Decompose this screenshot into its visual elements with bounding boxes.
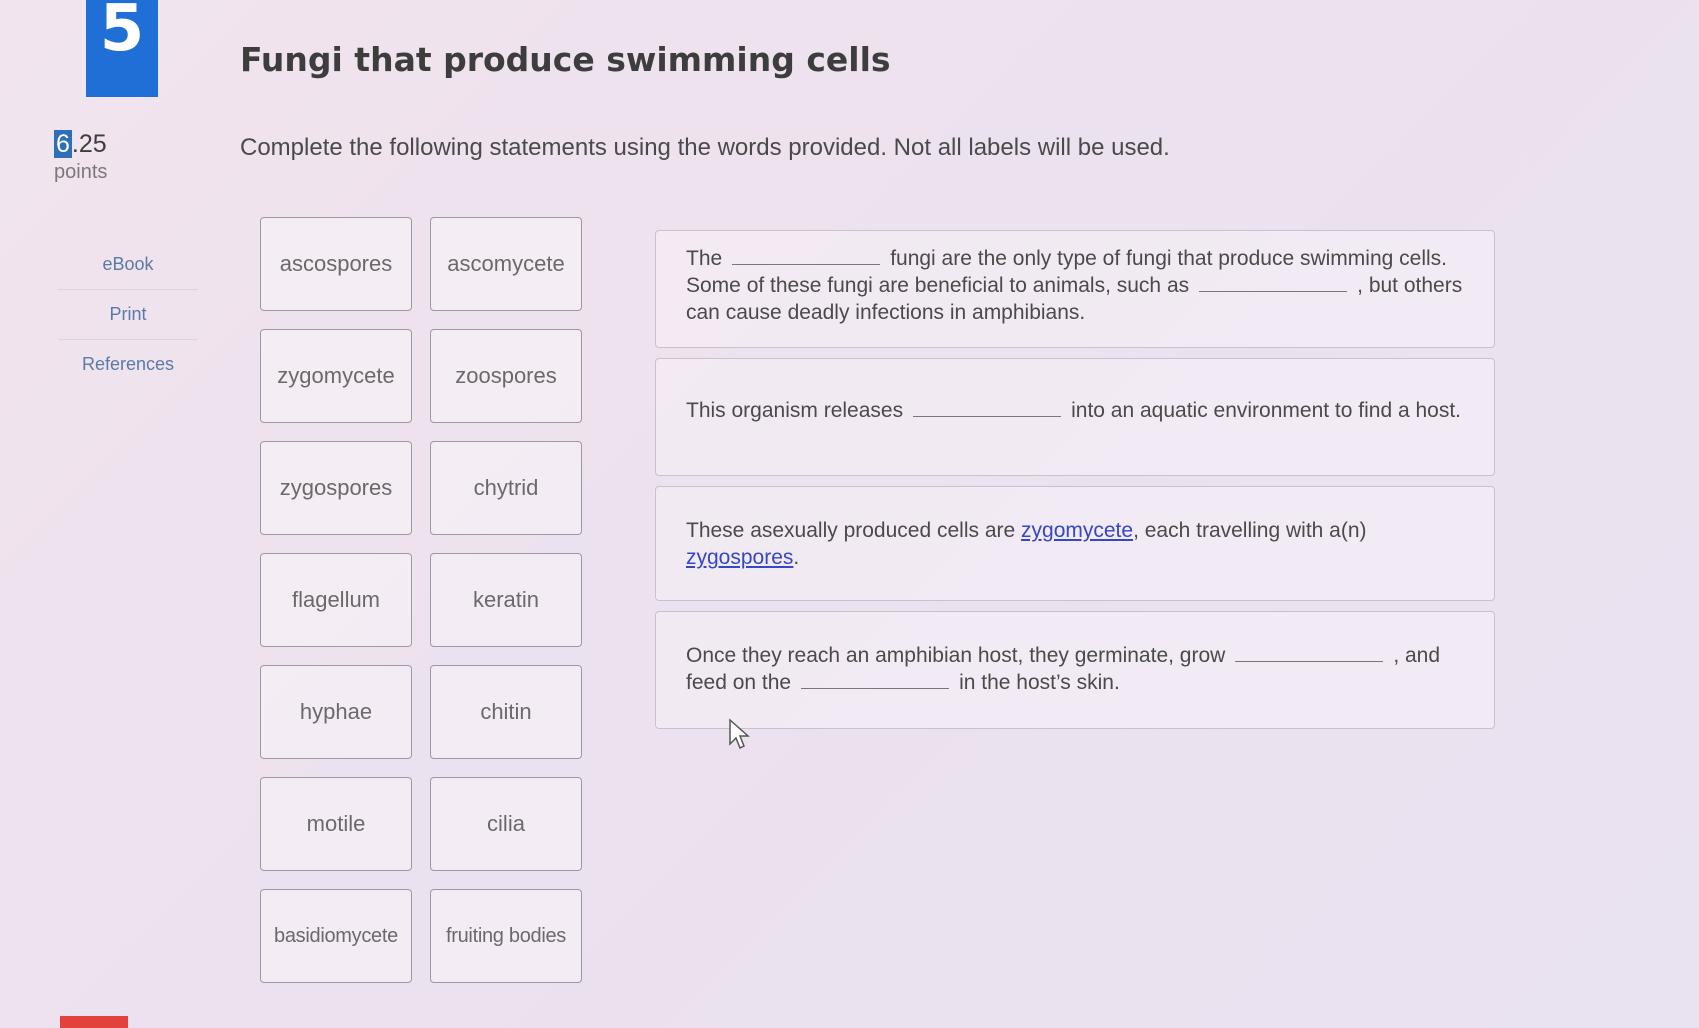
label-zoospores[interactable]: zoospores	[430, 329, 582, 423]
statement-3: These asexually produced cells are zygom…	[655, 486, 1495, 601]
points-label: points	[54, 161, 108, 183]
statement-4-text-a: Once they reach an amphibian host, they …	[686, 644, 1226, 667]
statement-2: This organism releases into an aquatic en…	[655, 358, 1495, 476]
label-bank: ascospores ascomycete zygomycete zoospor…	[260, 217, 582, 983]
placed-answer-3a[interactable]: zygomycete	[1021, 519, 1133, 542]
side-nav: eBook Print References	[58, 240, 198, 389]
label-ascospores[interactable]: ascospores	[260, 217, 412, 311]
drop-target-4b[interactable]	[801, 669, 950, 689]
points-value-rest: .25	[71, 130, 107, 158]
label-fruiting-bodies[interactable]: fruiting bodies	[430, 889, 582, 983]
statement-4: Once they reach an amphibian host, they …	[655, 611, 1495, 729]
statement-2-text-a: This organism releases	[686, 399, 904, 422]
instructions: Complete the following statements using …	[240, 134, 1170, 161]
question-number-badge: 5	[86, 0, 158, 97]
page-title: Fungi that produce swimming cells	[240, 40, 891, 79]
drop-target-2[interactable]	[913, 397, 1062, 417]
label-hyphae[interactable]: hyphae	[260, 665, 412, 759]
label-basidiomycete[interactable]: basidiomycete	[260, 889, 412, 983]
label-motile[interactable]: motile	[260, 777, 412, 871]
references-link[interactable]: References	[58, 339, 198, 389]
statement-1: The fungi are the only type of fungi that…	[655, 230, 1495, 348]
label-keratin[interactable]: keratin	[430, 553, 582, 647]
label-cilia[interactable]: cilia	[430, 777, 582, 871]
question-number: 5	[99, 0, 145, 66]
label-flagellum[interactable]: flagellum	[260, 553, 412, 647]
placed-answer-3b[interactable]: zygospores	[686, 546, 793, 569]
statement-2-text-b: into an aquatic environment to find a ho…	[1071, 399, 1462, 422]
print-link[interactable]: Print	[58, 289, 198, 339]
points-indicator: 6.25 points	[54, 130, 134, 184]
statement-3-text-c: .	[793, 546, 800, 569]
statement-4-text-d: in the host’s skin.	[959, 671, 1120, 694]
statement-3-text-a: These asexually produced cells are	[686, 519, 1016, 542]
points-value-highlight: 6	[54, 130, 72, 158]
drop-target-4a[interactable]	[1235, 642, 1384, 662]
label-zygomycete[interactable]: zygomycete	[260, 329, 412, 423]
mouse-cursor-icon	[729, 718, 750, 750]
label-chytrid[interactable]: chytrid	[430, 441, 582, 535]
ebook-link[interactable]: eBook	[58, 240, 198, 289]
label-ascomycete[interactable]: ascomycete	[430, 217, 582, 311]
label-zygospores[interactable]: zygospores	[260, 441, 412, 535]
drop-target-1b[interactable]	[1199, 272, 1348, 292]
statement-4-text-b: ,	[1393, 644, 1400, 667]
statement-3-text-b: , each travelling with a(n)	[1133, 519, 1367, 542]
brand-bar	[60, 1016, 128, 1028]
statement-1-text-a: The	[686, 247, 723, 270]
label-chitin[interactable]: chitin	[430, 665, 582, 759]
statement-1-text-c: ,	[1357, 274, 1363, 297]
drop-target-1a[interactable]	[732, 245, 881, 265]
statement-list: The fungi are the only type of fungi that…	[655, 230, 1495, 739]
points-value: 6.25	[54, 130, 134, 159]
